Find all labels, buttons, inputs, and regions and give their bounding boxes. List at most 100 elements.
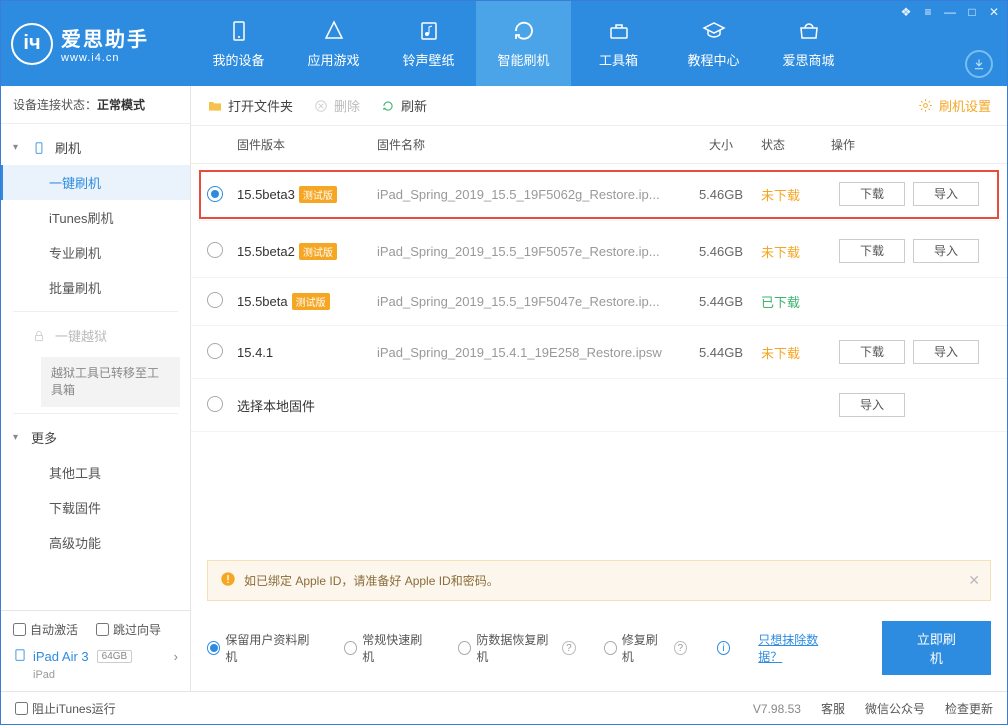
maximize-icon[interactable]: □ [965,5,979,19]
device-info: 自动激活 跳过向导 iPad Air 3 64GB › iPad [1,610,190,691]
device-name-row[interactable]: iPad Air 3 64GB › [13,648,178,665]
import-button[interactable]: 导入 [913,182,979,206]
app-version: V7.98.53 [753,702,801,716]
sidebar: 设备连接状态：正常模式 ▾ 刷机 一键刷机 iTunes刷机 专业刷机 批量刷机… [1,86,191,691]
menu-icon[interactable]: ≡ [921,5,935,19]
sidebar-item-advanced[interactable]: 高级功能 [1,525,190,560]
col-size: 大小 [681,136,761,153]
radio-local[interactable] [207,396,223,412]
refresh-icon [511,18,537,44]
music-icon [416,18,442,44]
help-icon[interactable]: ? [562,641,575,655]
folder-icon [207,98,223,114]
top-nav: 我的设备 应用游戏 铃声壁纸 智能刷机 工具箱 教程中心 爱思商城 [191,1,856,86]
radio-firmware[interactable] [207,292,223,308]
phone-icon [31,140,47,156]
main-panel: 打开文件夹 删除 刷新 刷机设置 固件版本 固件名称 大小 状态 操作 15.5… [191,86,1007,691]
import-button[interactable]: 导入 [913,340,979,364]
nav-mydevice[interactable]: 我的设备 [191,1,286,86]
col-version: 固件版本 [237,136,377,153]
refresh-icon [380,98,396,114]
import-button[interactable]: 导入 [839,393,905,417]
app-header: iч 爱思助手 www.i4.cn 我的设备 应用游戏 铃声壁纸 智能刷机 工具… [1,1,1007,86]
sidebar-item-oneclick-flash[interactable]: 一键刷机 [1,165,190,200]
sidebar-item-itunes-flash[interactable]: iTunes刷机 [1,200,190,235]
gear-icon [918,98,934,114]
local-firmware-row[interactable]: 选择本地固件 导入 [191,379,1007,432]
flash-now-button[interactable]: 立即刷机 [882,621,991,675]
flash-settings-button[interactable]: 刷机设置 [918,96,991,115]
opt-repair[interactable]: 修复刷机? [604,631,687,665]
download-button[interactable]: 下载 [839,340,905,364]
firmware-row[interactable]: 15.5beta3测试版iPad_Spring_2019_15.5_19F506… [197,168,1001,221]
store-icon [796,18,822,44]
opt-normal[interactable]: 常规快速刷机 [344,631,430,665]
sidebar-group-flash[interactable]: ▾ 刷机 [1,130,190,165]
warning-icon [220,571,236,590]
delete-icon [313,98,329,114]
nav-apps[interactable]: 应用游戏 [286,1,381,86]
radio-firmware[interactable] [207,343,223,359]
download-icon [972,57,986,71]
delete-button[interactable]: 删除 [313,96,360,115]
radio-firmware[interactable] [207,186,223,202]
info-icon[interactable]: i [717,641,730,655]
footer: 阻止iTunes运行 V7.98.53 客服 微信公众号 检查更新 [1,691,1007,725]
footer-wechat[interactable]: 微信公众号 [865,700,925,717]
connection-status: 设备连接状态：正常模式 [1,86,190,124]
close-notice-icon[interactable]: ✕ [968,572,980,589]
app-subtitle: www.i4.cn [61,52,149,64]
sidebar-group-jailbreak[interactable]: 一键越狱 [1,318,190,353]
sidebar-item-batch-flash[interactable]: 批量刷机 [1,270,190,305]
close-icon[interactable]: ✕ [987,5,1001,19]
sidebar-item-other-tools[interactable]: 其他工具 [1,455,190,490]
opt-keep-data[interactable]: 保留用户资料刷机 [207,631,316,665]
nav-ringtones[interactable]: 铃声壁纸 [381,1,476,86]
nav-toolbox[interactable]: 工具箱 [571,1,666,86]
auto-activate-checkbox[interactable]: 自动激活 [13,621,78,638]
nav-store[interactable]: 爱思商城 [761,1,856,86]
radio-firmware[interactable] [207,242,223,258]
import-button[interactable]: 导入 [913,239,979,263]
tablet-icon [13,648,27,665]
refresh-button[interactable]: 刷新 [380,96,427,115]
toolbox-icon [606,18,632,44]
toolbar: 打开文件夹 删除 刷新 刷机设置 [191,86,1007,126]
opt-antiloss[interactable]: 防数据恢复刷机? [458,631,575,665]
appleid-notice: 如已绑定 Apple ID，请准备好 Apple ID和密码。 ✕ [207,560,991,601]
footer-support[interactable]: 客服 [821,700,845,717]
sidebar-group-more[interactable]: ▾ 更多 [1,420,190,455]
table-header: 固件版本 固件名称 大小 状态 操作 [191,126,1007,164]
jailbreak-moved-note: 越狱工具已转移至工具箱 [41,357,180,407]
col-action: 操作 [831,136,991,153]
col-status: 状态 [761,136,831,153]
sidebar-item-pro-flash[interactable]: 专业刷机 [1,235,190,270]
col-name: 固件名称 [377,136,681,153]
lock-icon [31,328,47,344]
beta-tag: 测试版 [299,243,337,260]
graduation-icon [701,18,727,44]
app-title: 爱思助手 [61,23,149,52]
beta-tag: 测试版 [299,186,337,203]
skip-guide-checkbox[interactable]: 跳过向导 [96,621,161,638]
minimize-icon[interactable]: — [943,5,957,19]
open-folder-button[interactable]: 打开文件夹 [207,96,293,115]
phone-icon [226,18,252,44]
download-button[interactable]: 下载 [839,239,905,263]
download-manager-button[interactable] [965,50,993,78]
window-controls: ❖ ≡ — □ ✕ [899,5,1001,19]
sidebar-item-download-firmware[interactable]: 下载固件 [1,490,190,525]
firmware-row[interactable]: 15.5beta测试版iPad_Spring_2019_15.5_19F5047… [191,278,1007,326]
logo-icon: iч [11,23,53,65]
footer-update[interactable]: 检查更新 [945,700,993,717]
nav-flash[interactable]: 智能刷机 [476,1,571,86]
erase-data-link[interactable]: 只想抹除数据？ [758,631,838,665]
appstore-icon [321,18,347,44]
skin-icon[interactable]: ❖ [899,5,913,19]
download-button[interactable]: 下载 [839,182,905,206]
firmware-row[interactable]: 15.5beta2测试版iPad_Spring_2019_15.5_19F505… [191,225,1007,278]
nav-tutorials[interactable]: 教程中心 [666,1,761,86]
help-icon[interactable]: ? [674,641,687,655]
block-itunes-checkbox[interactable]: 阻止iTunes运行 [15,700,116,717]
firmware-row[interactable]: 15.4.1iPad_Spring_2019_15.4.1_19E258_Res… [191,326,1007,379]
